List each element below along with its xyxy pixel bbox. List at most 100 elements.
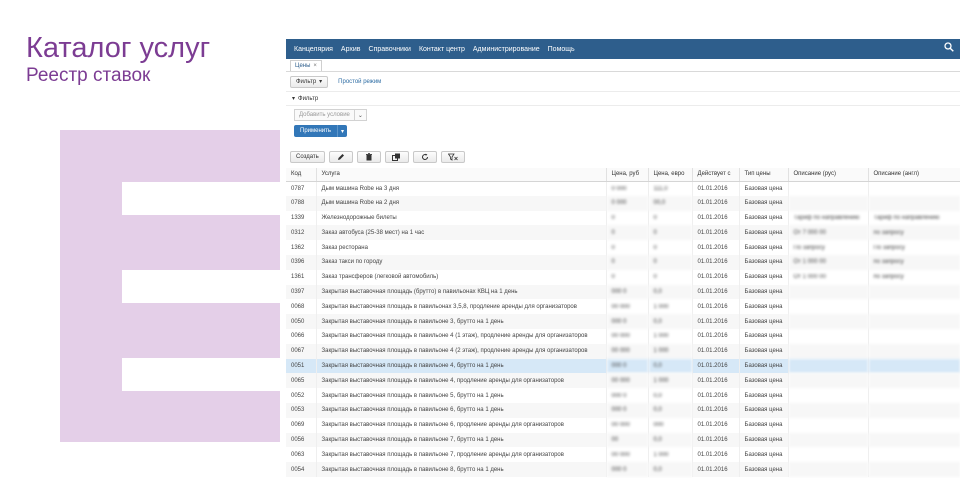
tab-prices-label: Цены	[295, 63, 311, 69]
cell-price-eur: 0	[648, 254, 693, 270]
cell-desc-ru	[788, 432, 869, 448]
table-row[interactable]: 0788 Дым машина Robe на 2 дня 0 000 00,0 01.…	[286, 195, 960, 211]
menu-item-archive[interactable]: Архив	[341, 46, 361, 53]
tab-bar: Цены ×	[286, 59, 960, 72]
cell-code: 0788	[286, 195, 317, 211]
menu-item-contact-center[interactable]: Контакт центр	[419, 46, 465, 53]
cell-desc-en	[868, 314, 960, 329]
table-row[interactable]: 0397 Закрытая выставочная площадь (брутто…	[286, 284, 960, 300]
table-row[interactable]: 0054 Закрытая выставочная площадь в павил…	[286, 462, 960, 477]
clear-filter-icon[interactable]	[440, 151, 465, 163]
table-row[interactable]: 0052 Закрытая выставочная площадь в павил…	[286, 388, 960, 403]
table-row[interactable]: 0066 Закрытая выставочная площадь в павил…	[286, 328, 960, 344]
cell-valid-from: 01.01.2016	[692, 388, 740, 403]
cell-service: Закрытая выставочная площадь в павильоне…	[316, 358, 607, 374]
cell-desc-en	[868, 373, 960, 389]
cell-service: Закрытая выставочная площадь в павильоне…	[316, 432, 607, 448]
col-header-price-rub[interactable]: Цена, руб	[606, 168, 649, 182]
cell-price-eur: 00,0	[648, 195, 693, 211]
cell-price-rub: 000 0	[606, 284, 649, 300]
table-row[interactable]: 1339 Железнодорожные билеты 0 0 01.01.2016 Ба…	[286, 210, 960, 226]
col-header-desc-en[interactable]: Описание (англ)	[868, 168, 960, 182]
cell-price-rub: 000 0	[606, 314, 649, 329]
cell-desc-en	[868, 417, 960, 433]
cell-desc-ru: От 1 000 00	[788, 269, 869, 285]
col-header-desc-ru[interactable]: Описание (рус)	[788, 168, 869, 182]
table-row[interactable]: 0050 Закрытая выставочная площадь в павил…	[286, 314, 960, 329]
cell-service: Железнодорожные билеты	[316, 210, 607, 226]
decor-slot	[122, 358, 282, 391]
cell-price-type: Базовая цена	[739, 181, 789, 196]
cell-price-type: Базовая цена	[739, 373, 789, 389]
table-row[interactable]: 0053 Закрытая выставочная площадь в павил…	[286, 402, 960, 418]
cell-price-rub: 0	[606, 269, 649, 285]
cell-valid-from: 01.01.2016	[692, 225, 740, 241]
col-header-service[interactable]: Услуга	[316, 168, 607, 182]
edit-pencil-icon[interactable]	[328, 151, 353, 163]
table-row[interactable]: 0787 Дым машина Robe на 3 дня 0 000 111,0 01…	[286, 181, 960, 196]
create-button[interactable]: Создать	[290, 151, 325, 163]
table-row[interactable]: 0051 Закрытая выставочная площадь в павил…	[286, 358, 960, 374]
cell-desc-ru	[788, 402, 869, 418]
table-row[interactable]: 0067 Закрытая выставочная площадь в павил…	[286, 343, 960, 359]
cell-price-eur: 0	[648, 240, 693, 255]
delete-trash-icon[interactable]	[356, 151, 381, 163]
table-row[interactable]: 1361 Заказ трансферов (легковой автомобил…	[286, 269, 960, 285]
cell-valid-from: 01.01.2016	[692, 195, 740, 211]
refresh-icon[interactable]	[412, 151, 437, 163]
table-row[interactable]: 0063 Закрытая выставочная площадь в павил…	[286, 447, 960, 463]
table-row[interactable]: 0312 Заказ автобуса (25-38 мест) на 1 час…	[286, 225, 960, 241]
search-icon[interactable]	[944, 42, 954, 55]
cell-desc-en	[868, 388, 960, 403]
col-header-price-type[interactable]: Тип цены	[739, 168, 789, 182]
table-row[interactable]: 0069 Закрытая выставочная площадь в павил…	[286, 417, 960, 433]
menu-item-help[interactable]: Помощь	[548, 46, 575, 53]
cell-desc-ru	[788, 314, 869, 329]
add-condition-select[interactable]: Добавить условие ⌄	[294, 109, 367, 121]
filter-toolbar: Фильтр ▾ Простой режим	[286, 72, 960, 92]
cell-valid-from: 01.01.2016	[692, 462, 740, 477]
table-row[interactable]: 0065 Закрытая выставочная площадь в павил…	[286, 373, 960, 389]
cell-price-rub: 0 000	[606, 181, 649, 196]
cell-desc-ru: От 7 000 00	[788, 225, 869, 241]
cell-price-eur: 0,0	[648, 462, 693, 477]
cell-price-eur: 1 000	[648, 447, 693, 463]
simple-mode-link[interactable]: Простой режим	[338, 79, 381, 85]
cell-service: Заказ автобуса (25-38 мест) на 1 час	[316, 225, 607, 241]
table-row[interactable]: 1362 Заказ ресторана 0 0 01.01.2016 Базовая ц…	[286, 240, 960, 255]
cell-price-eur: 0,0	[648, 402, 693, 418]
apply-options-button[interactable]: ▾	[337, 125, 348, 137]
filter-header[interactable]: ▾ Фильтр	[286, 92, 960, 106]
menu-item-references[interactable]: Справочники	[369, 46, 411, 53]
col-header-price-eur[interactable]: Цена, евро	[648, 168, 693, 182]
app-screenshot: Канцелярия Архив Справочники Контакт цен…	[286, 39, 960, 478]
cell-desc-en	[868, 447, 960, 463]
table-row[interactable]: 0068 Закрытая выставочная площадь в павил…	[286, 299, 960, 315]
cell-valid-from: 01.01.2016	[692, 328, 740, 344]
cell-desc-ru	[788, 388, 869, 403]
slide-title: Каталог услуг	[26, 32, 211, 64]
decor-slot	[122, 270, 282, 303]
close-icon[interactable]: ×	[313, 63, 317, 69]
col-header-valid-from[interactable]: Действует с	[692, 168, 740, 182]
cell-price-rub: 0	[606, 254, 649, 270]
table-row[interactable]: 0056 Закрытая выставочная площадь в павил…	[286, 432, 960, 448]
menu-item-administration[interactable]: Администрирование	[473, 46, 540, 53]
cell-desc-en	[868, 328, 960, 344]
copy-icon[interactable]	[384, 151, 409, 163]
cell-price-type: Базовая цена	[739, 432, 789, 448]
apply-button[interactable]: Применить	[294, 125, 338, 137]
menu-item-chancellery[interactable]: Канцелярия	[294, 46, 333, 53]
cell-desc-ru	[788, 181, 869, 196]
cell-price-eur: 1 000	[648, 343, 693, 359]
col-header-code[interactable]: Код	[286, 168, 317, 182]
table-row[interactable]: 0396 Заказ такси по городу 0 0 01.01.2016 Баз…	[286, 254, 960, 270]
filter-dropdown-button[interactable]: Фильтр ▾	[290, 75, 329, 88]
cell-desc-ru: Тариф по направлению	[788, 210, 869, 226]
cell-valid-from: 01.01.2016	[692, 284, 740, 300]
cell-price-type: Базовая цена	[739, 328, 789, 344]
cell-price-eur: 0,0	[648, 388, 693, 403]
cell-price-eur: 0	[648, 225, 693, 241]
cell-service: Заказ такси по городу	[316, 254, 607, 270]
tab-prices[interactable]: Цены ×	[290, 60, 322, 71]
